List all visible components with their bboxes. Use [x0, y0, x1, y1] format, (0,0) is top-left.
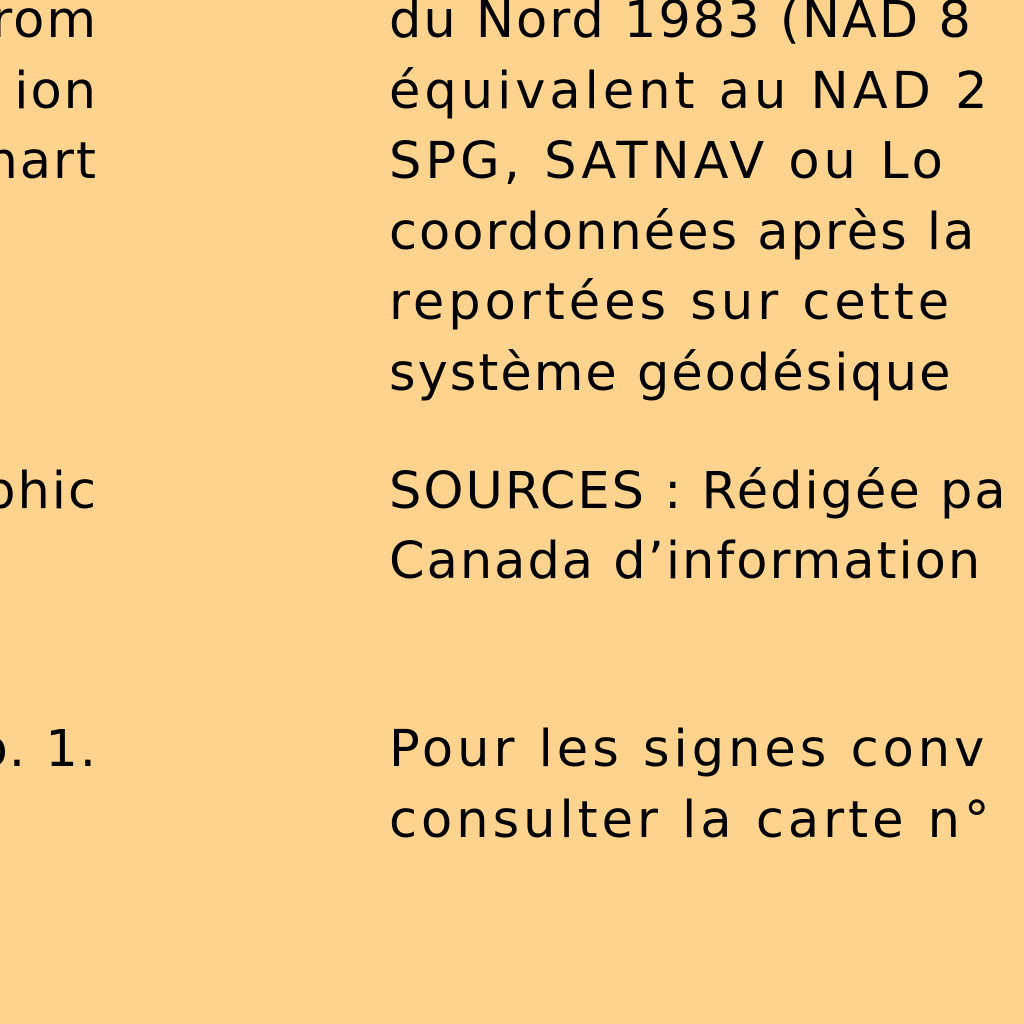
sources-note-line: Canada d’information: [389, 532, 983, 591]
left-text-line: o. 1.: [0, 720, 98, 779]
datum-note-line: reportées sur cette: [389, 273, 954, 332]
left-text-line: nart: [0, 132, 98, 191]
datum-note-line: coordonnées après la: [389, 203, 977, 262]
datum-note-line: SPG, SATNAV ou Lo: [389, 132, 947, 191]
left-text-line: rom: [0, 0, 98, 50]
left-text-line: ion: [14, 62, 98, 121]
datum-note-line: du Nord 1983 (NAD 8: [389, 0, 973, 50]
symbols-note-line: consulter la carte n°: [389, 791, 994, 850]
datum-note-line: équivalent au NAD 2: [389, 62, 992, 121]
symbols-note-line: Pour les signes conv: [389, 720, 989, 779]
datum-note-line: système géodésique: [389, 344, 953, 403]
left-text-line: phic: [0, 462, 98, 521]
sources-note-line: SOURCES : Rédigée pa: [389, 462, 1008, 521]
